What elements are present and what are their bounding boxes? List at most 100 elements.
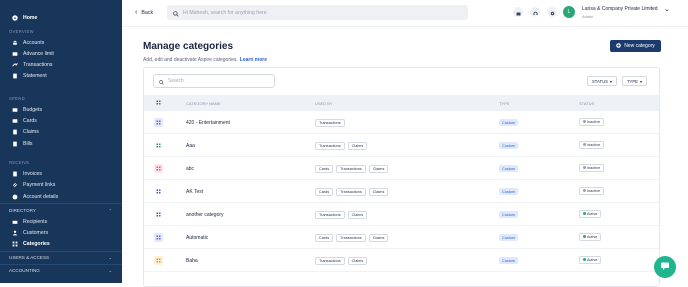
- document-icon: [12, 73, 18, 79]
- sidebar-item-statement[interactable]: Statement: [12, 72, 47, 80]
- type-filter[interactable]: TYPE ▾: [622, 76, 647, 86]
- status-badge[interactable]: Inactive: [579, 141, 605, 149]
- status-badge[interactable]: Active: [579, 210, 602, 218]
- used-by-tag: Transactions: [315, 142, 345, 150]
- search-icon: [173, 4, 179, 22]
- category-icon: [154, 233, 163, 242]
- sidebar-item-bills[interactable]: Bills: [12, 140, 33, 148]
- sidebar-group-directory[interactable]: DIRECTORY ⌃: [9, 208, 112, 213]
- used-by-tag: Transactions: [336, 165, 366, 173]
- sidebar-section-spend: SPEND: [9, 96, 25, 101]
- table-row[interactable]: Baha Transactions Claims Custom Active: [144, 249, 659, 272]
- category-icon: [154, 256, 163, 265]
- table-row[interactable]: Automatic Cards Transactions Claims Custom Ac…: [144, 226, 659, 249]
- support-button[interactable]: [530, 7, 540, 17]
- table-row[interactable]: another category Transactions Claims Custom…: [144, 203, 659, 226]
- used-by-tag: Transactions: [336, 188, 366, 196]
- sidebar-item-customers[interactable]: Customers: [12, 229, 48, 237]
- caret-down-icon: ▾: [609, 78, 612, 84]
- back-button[interactable]: ‹ Back: [135, 9, 153, 16]
- gift-button[interactable]: [513, 7, 523, 17]
- sidebar-item-transactions[interactable]: Transactions: [12, 61, 53, 69]
- new-category-button[interactable]: New category: [610, 40, 661, 52]
- settings-button[interactable]: [547, 7, 557, 17]
- sidebar-item-claims[interactable]: Claims: [12, 128, 39, 136]
- home-icon: [12, 15, 18, 21]
- chat-button[interactable]: [654, 256, 676, 278]
- used-by-tag: Transactions: [336, 234, 366, 242]
- sidebar-item-advance-limit[interactable]: Advance limit: [12, 50, 54, 58]
- category-search-input[interactable]: Search: [153, 74, 275, 88]
- used-by-tag: Claims: [368, 234, 389, 242]
- chevron-down-icon[interactable]: ⌄: [664, 5, 670, 13]
- table-row[interactable]: abc Cards Transactions Claims Custom Inactive: [144, 157, 659, 180]
- sidebar-item-payment-links[interactable]: Payment links: [12, 181, 55, 189]
- used-by-tag: Claims: [347, 142, 368, 150]
- group-label: USERS & ACCESS: [9, 255, 50, 260]
- sidebar-item-home[interactable]: Home: [12, 14, 37, 22]
- status-label: Active: [587, 258, 598, 262]
- status-badge[interactable]: Inactive: [579, 118, 605, 126]
- sidebar-item-accounts[interactable]: Accounts: [12, 39, 44, 47]
- status-label: Inactive: [587, 143, 601, 147]
- sidebar-item-account-details[interactable]: Account details: [12, 193, 58, 201]
- user-icon: [12, 230, 18, 236]
- chat-icon: [660, 258, 670, 276]
- sidebar-item-recipients[interactable]: Recipients: [12, 218, 47, 226]
- sidebar-item-cards[interactable]: Cards: [12, 117, 37, 125]
- plus-circle-icon: [616, 42, 621, 50]
- category-name: abc: [186, 166, 195, 172]
- sidebar-item-label: Claims: [23, 129, 39, 135]
- used-by-tag: Cards: [315, 234, 334, 242]
- chevron-down-icon: ⌄: [108, 255, 112, 260]
- sidebar-item-invoices[interactable]: Invoices: [12, 170, 42, 178]
- sidebar-item-label: Payment links: [23, 182, 56, 188]
- status-dot-icon: [583, 120, 586, 123]
- divider: [0, 251, 122, 252]
- global-search[interactable]: Hi Mahesh, search for anything here: [167, 5, 468, 20]
- chevron-up-icon: ⌃: [108, 208, 112, 213]
- used-by-tag: Claims: [347, 211, 368, 219]
- status-badge[interactable]: Active: [579, 256, 602, 264]
- status-badge[interactable]: Active: [579, 233, 602, 241]
- header-category-name: CATEGORY NAME: [186, 101, 221, 106]
- search-icon: [159, 72, 164, 90]
- sidebar-item-label: Bills: [23, 141, 33, 147]
- page-subtitle: Add, edit and deactivate Aspire categori…: [143, 57, 238, 63]
- status-dot-icon: [583, 235, 586, 238]
- gear-icon: [550, 3, 555, 21]
- used-by-tags: Transactions: [315, 119, 348, 127]
- status-label: Inactive: [587, 166, 601, 170]
- divider: [0, 203, 122, 204]
- used-by-tag: Transactions: [315, 257, 345, 265]
- category-icon: [154, 210, 163, 219]
- sidebar-group-accounting[interactable]: ACCOUNTING ⌄: [9, 268, 112, 273]
- sidebar-item-label: Accounts: [23, 40, 45, 46]
- status-badge[interactable]: Inactive: [579, 187, 605, 195]
- table-row[interactable]: AK Test Cards Transactions Claims Custom Inac…: [144, 180, 659, 203]
- grid-icon: [12, 241, 18, 247]
- page-title: Manage categories: [143, 41, 234, 52]
- status-filter[interactable]: STATUS ▾: [587, 76, 617, 86]
- status-dot-icon: [583, 212, 586, 215]
- sidebar-item-budgets[interactable]: Budgets: [12, 106, 42, 114]
- used-by-tag: Transactions: [315, 211, 345, 219]
- category-icon: [154, 164, 163, 173]
- category-name: Baha: [186, 258, 198, 264]
- info-icon: [12, 194, 18, 200]
- status-dot-icon: [583, 189, 586, 192]
- learn-more-link[interactable]: Learn more: [240, 57, 267, 63]
- status-dot-icon: [583, 166, 586, 169]
- categories-card: Search STATUS ▾ TYPE ▾ CATEGORY NAME USE…: [143, 67, 660, 287]
- table-row[interactable]: 420 - Entertainment Transactions Custom Ina…: [144, 111, 659, 134]
- sidebar-item-label: Advance limit: [23, 51, 54, 57]
- sidebar-item-label: Recipients: [23, 219, 48, 225]
- sidebar-item-categories[interactable]: Categories: [12, 240, 50, 248]
- status-badge[interactable]: Inactive: [579, 164, 605, 172]
- table-row[interactable]: Aaa Transactions Claims Custom Inactive: [144, 134, 659, 157]
- avatar[interactable]: L: [563, 6, 575, 18]
- used-by-tags: Transactions Claims: [315, 211, 370, 219]
- company-name[interactable]: Larisa & Company Private Limited: [582, 6, 658, 12]
- sidebar-item-label: Budgets: [23, 107, 43, 113]
- sidebar-group-users-access[interactable]: USERS & ACCESS ⌄: [9, 255, 112, 260]
